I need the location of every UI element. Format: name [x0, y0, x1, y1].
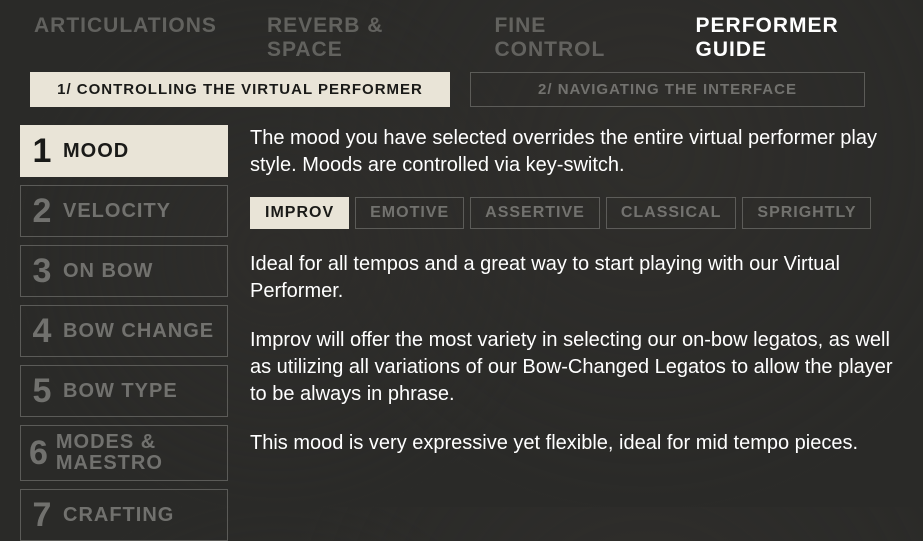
side-list: 1 MOOD 2 VELOCITY 3 ON BOW 4 BOW CHANGE 5 BOW TYP…	[20, 125, 228, 541]
side-item-number: 5	[27, 374, 57, 408]
top-tabs: ARTICULATIONS REVERB & SPACE FINE CONTROL P…	[0, 0, 923, 62]
side-item-label: MODES & MAESTRO	[56, 432, 219, 474]
side-item-label: VELOCITY	[63, 201, 171, 222]
paragraph-1: Ideal for all tempos and a great way to …	[250, 251, 893, 305]
sub-tab-2[interactable]: 2/ NAVIGATING THE INTERFACE	[470, 72, 865, 107]
paragraphs: Ideal for all tempos and a great way to …	[250, 251, 893, 457]
side-item-bow-change[interactable]: 4 BOW CHANGE	[20, 305, 228, 357]
content-panel: The mood you have selected overrides the…	[250, 125, 893, 541]
top-tab-performer-guide[interactable]: PERFORMER GUIDE	[696, 14, 893, 62]
paragraph-2: Improv will offer the most variety in se…	[250, 327, 893, 408]
side-item-label: BOW CHANGE	[63, 321, 214, 342]
mood-tab-emotive[interactable]: EMOTIVE	[355, 197, 464, 229]
side-item-on-bow[interactable]: 3 ON BOW	[20, 245, 228, 297]
side-item-mood[interactable]: 1 MOOD	[20, 125, 228, 177]
side-item-number: 7	[27, 498, 57, 532]
side-item-bow-type[interactable]: 5 BOW TYPE	[20, 365, 228, 417]
side-item-number: 3	[27, 254, 57, 288]
side-item-number: 6	[27, 436, 50, 470]
main-area: 1 MOOD 2 VELOCITY 3 ON BOW 4 BOW CHANGE 5 BOW TYP…	[0, 107, 923, 541]
top-tab-reverb-space[interactable]: REVERB & SPACE	[267, 14, 445, 62]
mood-tab-sprightly[interactable]: SPRIGHTLY	[742, 197, 871, 229]
top-tab-articulations[interactable]: ARTICULATIONS	[34, 14, 217, 38]
sub-tab-1[interactable]: 1/ CONTROLLING THE VIRTUAL PERFORMER	[30, 72, 450, 107]
top-tab-fine-control[interactable]: FINE CONTROL	[494, 14, 645, 62]
side-item-velocity[interactable]: 2 VELOCITY	[20, 185, 228, 237]
mood-tab-improv[interactable]: IMPROV	[250, 197, 349, 229]
sub-tabs: 1/ CONTROLLING THE VIRTUAL PERFORMER 2/ N…	[0, 62, 923, 107]
mood-tab-assertive[interactable]: ASSERTIVE	[470, 197, 600, 229]
side-item-label: BOW TYPE	[63, 381, 178, 402]
mood-tab-classical[interactable]: CLASSICAL	[606, 197, 737, 229]
paragraph-3: This mood is very expressive yet flexibl…	[250, 430, 893, 457]
side-item-label: MOOD	[63, 141, 129, 162]
mood-tabs: IMPROVEMOTIVEASSERTIVECLASSICALSPRIGHTLY	[250, 197, 893, 229]
side-item-number: 1	[27, 134, 57, 168]
intro-text: The mood you have selected overrides the…	[250, 125, 893, 179]
side-item-label: CRAFTING	[63, 505, 174, 526]
side-item-crafting[interactable]: 7 CRAFTING	[20, 489, 228, 541]
side-item-number: 4	[27, 314, 57, 348]
side-item-label: ON BOW	[63, 261, 153, 282]
side-item-modes-maestro[interactable]: 6MODES & MAESTRO	[20, 425, 228, 481]
side-item-number: 2	[27, 194, 57, 228]
